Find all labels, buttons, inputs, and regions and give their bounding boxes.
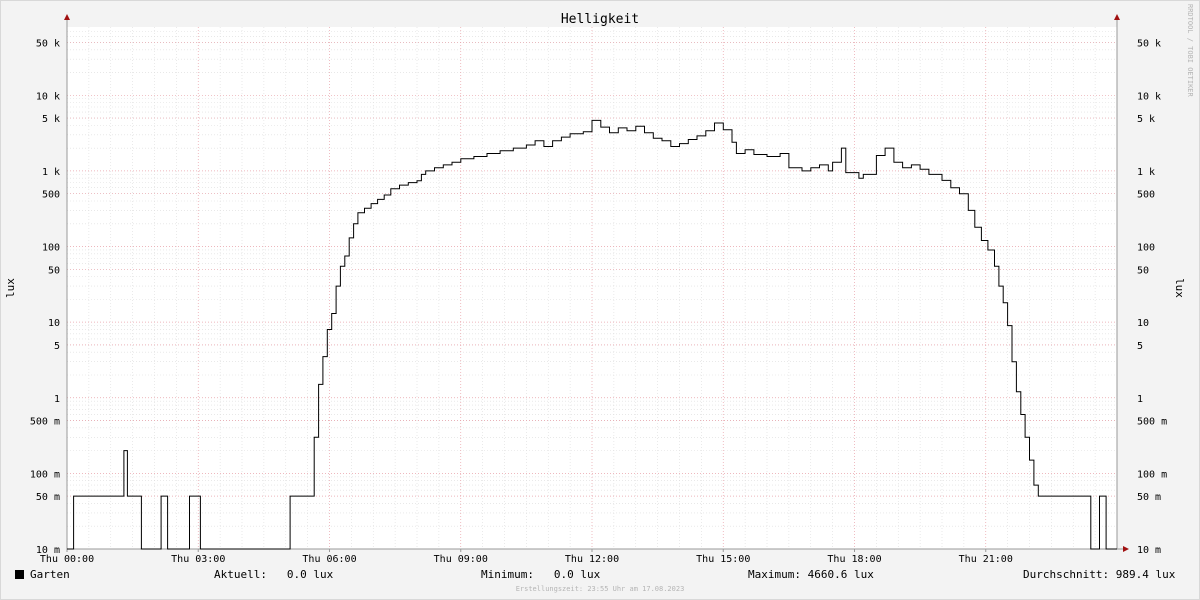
footer-timestamp: Erstellungszeit: 23:55 Uhr am 17.08.2023 — [515, 585, 685, 593]
y-tick-label-left: 100 — [42, 243, 60, 254]
x-tick-label: Thu 21:00 — [959, 554, 1013, 565]
chart-title: Helligkeit — [561, 12, 639, 27]
legend-maximum-value: Maximum: 4660.6 lux — [748, 568, 874, 581]
x-tick-label: Thu 06:00 — [302, 554, 356, 565]
y-axis-arrow-right — [1114, 14, 1120, 20]
y-tick-label-right: 10 m — [1137, 545, 1161, 556]
y-tick-label-right: 10 — [1137, 318, 1149, 329]
y-tick-label-left: 10 m — [36, 545, 60, 556]
y-tick-label-right: 500 m — [1137, 417, 1167, 428]
brightness-chart: Thu 00:00 Thu 03:00 Thu 06:00 Thu 09:00 Thu … — [4, 4, 1194, 565]
y-axis-title-right: lux — [1173, 278, 1186, 298]
y-tick-label-left: 5 — [54, 341, 60, 352]
legend-average-value: Durchschnitt: 989.4 lux — [1023, 568, 1176, 581]
x-tick-label: Thu 03:00 — [171, 554, 225, 565]
y-tick-label-left: 5 k — [42, 114, 60, 125]
x-tick-label: Thu 18:00 — [827, 554, 881, 565]
y-tick-label-right: 5 k — [1137, 114, 1155, 125]
y-axis-title-left: lux — [4, 278, 17, 298]
y-tick-label-left: 500 — [42, 190, 60, 201]
legend-swatch-garten — [15, 570, 24, 579]
y-tick-label-left: 1 — [54, 394, 60, 405]
y-tick-label-right: 500 — [1137, 190, 1155, 201]
y-axis-arrow-left — [64, 14, 70, 20]
x-tick-label: Thu 12:00 — [565, 554, 619, 565]
y-tick-label-right: 5 — [1137, 341, 1143, 352]
y-tick-label-left: 1 k — [42, 167, 60, 178]
y-tick-label-right: 1 k — [1137, 167, 1155, 178]
y-tick-label-left: 500 m — [30, 417, 60, 428]
y-tick-label-left: 100 m — [30, 469, 60, 480]
y-tick-label-left: 50 — [48, 265, 60, 276]
legend-minimum-value: Minimum: 0.0 lux — [481, 568, 601, 581]
y-tick-label-left: 10 — [48, 318, 60, 329]
x-tick-label: Thu 15:00 — [696, 554, 750, 565]
y-tick-label-right: 100 m — [1137, 469, 1167, 480]
y-tick-label-right: 50 k — [1137, 38, 1161, 49]
y-tick-label-right: 10 k — [1137, 91, 1161, 102]
y-tick-label-right: 1 — [1137, 394, 1143, 405]
x-axis-arrow — [1123, 546, 1129, 552]
x-tick-label: Thu 09:00 — [434, 554, 488, 565]
y-tick-label-left: 10 k — [36, 91, 60, 102]
watermark-text: RRDTOOL / TOBI OETIKER — [1186, 4, 1194, 98]
legend-current-value: Aktuell: 0.0 lux — [214, 568, 334, 581]
y-tick-label-left: 50 k — [36, 38, 60, 49]
y-tick-label-right: 50 — [1137, 265, 1149, 276]
y-tick-label-right: 50 m — [1137, 492, 1161, 503]
grid-layer — [67, 27, 1117, 549]
y-tick-label-right: 100 — [1137, 243, 1155, 254]
y-tick-label-left: 50 m — [36, 492, 60, 503]
legend-series-label: Garten — [30, 568, 70, 581]
